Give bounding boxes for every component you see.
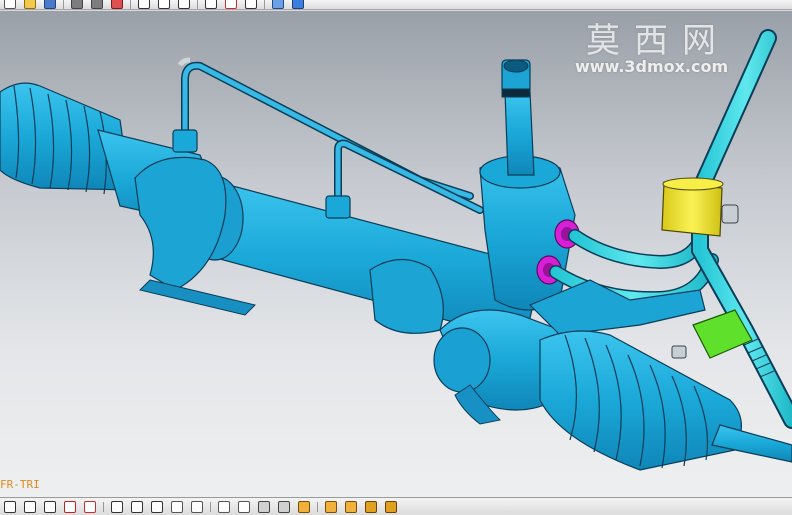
mirror-icon[interactable] [238, 500, 250, 513]
view-right-icon[interactable] [345, 500, 357, 513]
toolbar-separator [103, 501, 104, 512]
dimension-icon[interactable] [278, 500, 290, 513]
view-orientation-label: FR-TRI [0, 478, 40, 491]
open-icon[interactable] [24, 0, 36, 9]
shade-icon[interactable] [385, 500, 397, 513]
toolbar-separator [130, 0, 131, 9]
shaded-icon[interactable] [272, 0, 284, 9]
view-front-icon[interactable] [298, 500, 310, 513]
steering-rack-model[interactable] [0, 11, 792, 497]
new-icon[interactable] [4, 0, 16, 9]
offset-icon[interactable] [218, 500, 230, 513]
arc-icon[interactable] [24, 500, 36, 513]
snap-icon[interactable] [111, 0, 123, 9]
select-icon[interactable] [138, 0, 150, 9]
save-icon[interactable] [44, 0, 56, 9]
watermark-url: www.3dmox.com [575, 57, 729, 76]
view-top-icon[interactable] [325, 500, 337, 513]
yellow-hose-clamp [661, 177, 739, 237]
bottom-toolbar [0, 497, 792, 515]
fillet-icon[interactable] [131, 500, 143, 513]
rotate-icon[interactable] [205, 0, 217, 9]
toolbar-separator [63, 0, 64, 9]
toolbar-separator [317, 501, 318, 512]
arc-icon[interactable] [178, 0, 190, 9]
toolbar-separator [197, 0, 198, 9]
mount-bracket-left [134, 156, 227, 291]
point-icon[interactable] [84, 500, 96, 513]
pipe-nut-2 [325, 195, 351, 219]
chamfer-icon[interactable] [151, 500, 163, 513]
constraint-icon[interactable] [258, 500, 270, 513]
watermark-title: 莫西网 [586, 21, 730, 61]
undo-icon[interactable] [71, 0, 83, 9]
toolbar-separator [210, 501, 211, 512]
help-icon[interactable] [245, 0, 257, 9]
point-icon[interactable] [225, 0, 237, 9]
graphics-viewport[interactable]: 莫西网 www.3dmox.com FR-TRI [0, 11, 792, 497]
rectangle-icon[interactable] [64, 500, 76, 513]
cross-icon[interactable] [111, 500, 123, 513]
trim-icon[interactable] [171, 500, 183, 513]
pipe-nut-1 [172, 129, 198, 153]
pinion-shaft [504, 91, 535, 176]
line-icon[interactable] [158, 0, 170, 9]
circle-icon[interactable] [4, 500, 16, 513]
redo-icon[interactable] [91, 0, 103, 9]
top-toolbar [0, 0, 792, 10]
end-cap [433, 327, 491, 393]
view-iso-icon[interactable] [365, 500, 377, 513]
extend-icon[interactable] [191, 500, 203, 513]
cube-icon[interactable] [292, 0, 304, 9]
line-icon[interactable] [44, 500, 56, 513]
tie-rod [711, 424, 792, 463]
toolbar-separator [264, 0, 265, 9]
